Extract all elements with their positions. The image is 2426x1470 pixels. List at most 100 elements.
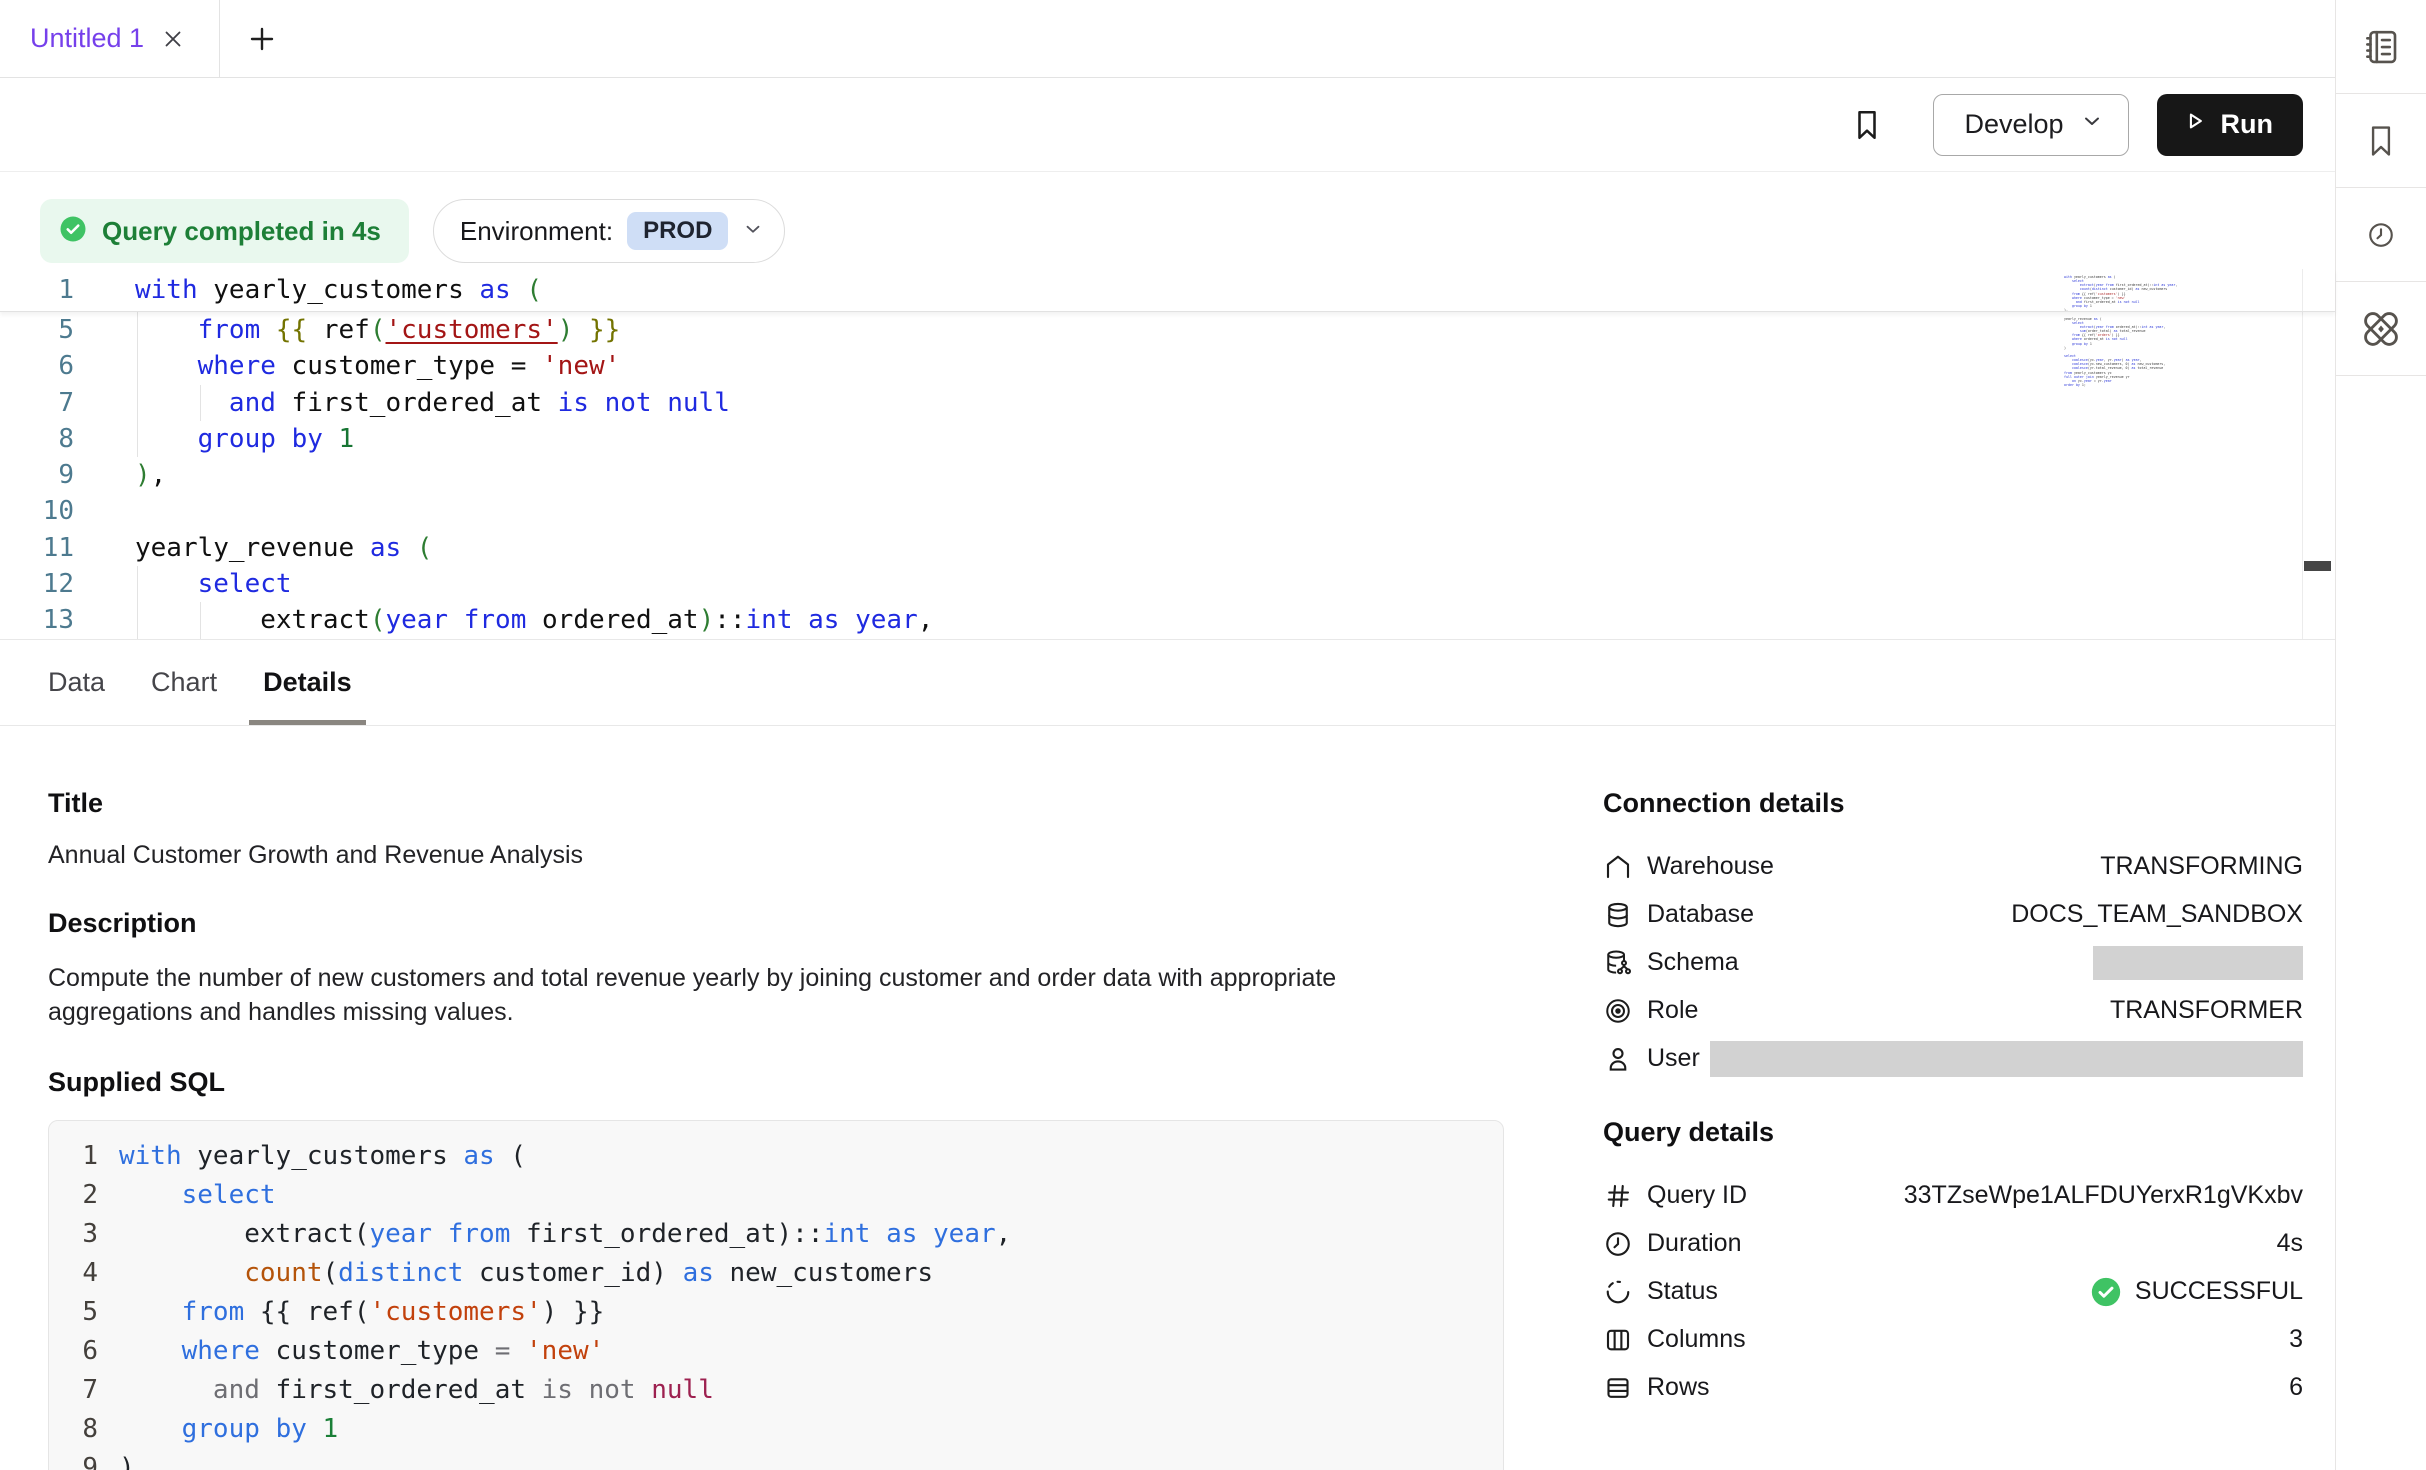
supplied-sql-line-1: 1with yearly_customers as (: [49, 1137, 1503, 1176]
close-icon[interactable]: [160, 26, 186, 52]
hash-icon: [1603, 1181, 1633, 1211]
tab-data[interactable]: Data: [34, 640, 119, 725]
query-value: SUCCESSFUL: [2089, 1275, 2303, 1309]
code-text: and first_ordered_at is not null: [119, 1371, 714, 1410]
query-label: Duration: [1647, 1229, 1742, 1258]
columns-icon: [1603, 1325, 1633, 1355]
tab-chart[interactable]: Chart: [137, 640, 231, 725]
environment-selector[interactable]: Environment: PROD: [433, 199, 786, 263]
app-window: Untitled 1 Develop: [0, 0, 2426, 1470]
redacted-value: [1710, 1041, 2303, 1077]
supplied-sql-line-4: 4 count(distinct customer_id) as new_cus…: [49, 1254, 1503, 1293]
line-number: 10: [25, 493, 74, 529]
connection-value: DOCS_TEAM_SANDBOX: [2011, 900, 2303, 929]
query-value: 3: [2289, 1325, 2303, 1354]
connection-row-user: User: [1603, 1035, 2303, 1083]
line-number: 2: [65, 1176, 98, 1215]
query-label: Query ID: [1647, 1181, 1747, 1210]
document-tab-bar: Untitled 1: [0, 0, 2335, 78]
new-tab-button[interactable]: [220, 0, 278, 77]
line-number: 8: [65, 1410, 98, 1449]
editor-line-10: 10: [0, 493, 2335, 529]
line-number: 12: [25, 566, 74, 602]
status-row: Query completed in 4s Environment: PROD: [40, 199, 2335, 263]
redacted-value: [2093, 946, 2303, 980]
line-number: 1: [25, 269, 74, 311]
editor-line-12: 12 select: [0, 566, 2335, 602]
clock-icon: [1603, 1229, 1633, 1259]
editor-scrollbar[interactable]: [2304, 561, 2331, 571]
code-text: yearly_revenue as (: [135, 530, 432, 566]
tab-label: Chart: [151, 667, 217, 698]
editor-line-13: 13 extract(year from ordered_at)::int as…: [0, 602, 2335, 638]
run-button[interactable]: Run: [2157, 94, 2303, 156]
role-icon: [1603, 996, 1633, 1026]
details-right-column: Connection details WarehouseTRANSFORMING…: [1603, 788, 2303, 1412]
supplied-sql-line-3: 3 extract(year from first_ordered_at)::i…: [49, 1215, 1503, 1254]
editor-line-5: 5 from {{ ref('customers') }}: [0, 312, 2335, 348]
title-value: Annual Customer Growth and Revenue Analy…: [48, 841, 1508, 870]
line-number: 3: [65, 1215, 98, 1254]
sidebar-button-flower[interactable]: [2336, 282, 2426, 376]
editor-lines: 5 from {{ ref('customers') }}6 where cus…: [0, 312, 2335, 639]
supplied-sql-line-6: 6 where customer_type = 'new': [49, 1332, 1503, 1371]
description-heading: Description: [48, 908, 1508, 939]
main-area: Untitled 1 Develop: [0, 0, 2335, 1470]
sidebar-button-notebook[interactable]: [2336, 0, 2426, 94]
editor-scrollbar-track: [2302, 269, 2303, 639]
sidebar-button-bookmark[interactable]: [2336, 94, 2426, 188]
environment-label: Environment:: [460, 216, 613, 247]
line-number: 5: [65, 1293, 98, 1332]
query-label: Columns: [1647, 1325, 1746, 1354]
develop-label: Develop: [1964, 109, 2063, 140]
query-row-rows: Rows6: [1603, 1364, 2303, 1412]
title-heading: Title: [48, 788, 1508, 819]
description-value: Compute the number of new customers and …: [48, 961, 1433, 1029]
rows-icon: [1603, 1373, 1633, 1403]
line-number: 9: [25, 457, 74, 493]
sidebar-button-clock[interactable]: [2336, 188, 2426, 282]
code-text: select: [135, 566, 292, 602]
connection-details-heading: Connection details: [1603, 788, 2303, 819]
connection-row-database: DatabaseDOCS_TEAM_SANDBOX: [1603, 891, 2303, 939]
environment-value-chip: PROD: [627, 212, 728, 250]
toolbar: Develop Run: [0, 78, 2335, 172]
supplied-sql-line-8: 8 group by 1: [49, 1410, 1503, 1449]
connection-value: TRANSFORMER: [2110, 996, 2303, 1025]
play-icon: [2181, 107, 2209, 142]
user-icon: [1603, 1044, 1633, 1074]
tab-details[interactable]: Details: [249, 640, 366, 725]
code-text: group by 1: [119, 1410, 338, 1449]
query-status-pill: Query completed in 4s: [40, 199, 409, 263]
editor-line-9: 9),: [0, 457, 2335, 493]
supplied-sql-heading: Supplied SQL: [48, 1067, 1508, 1098]
connection-row-schema: Schema: [1603, 939, 2303, 987]
history-icon: [2366, 220, 2396, 250]
bookmark-button[interactable]: [1849, 107, 1885, 143]
connection-label: Schema: [1647, 948, 1739, 977]
spinner-icon: [1603, 1277, 1633, 1307]
code-text: and first_ordered_at is not null: [135, 385, 730, 421]
develop-dropdown[interactable]: Develop: [1933, 94, 2128, 156]
line-number: 11: [25, 530, 74, 566]
query-details-heading: Query details: [1603, 1117, 2303, 1148]
code-text: ),: [135, 457, 166, 493]
bookmark-icon: [1849, 107, 1885, 143]
query-row-query-id: Query ID33TZseWpe1ALFDUYerxR1gVKxbv: [1603, 1172, 2303, 1220]
query-label: Rows: [1647, 1373, 1710, 1402]
sql-editor[interactable]: 1 with yearly_customers as ( 5 from {{ re…: [0, 269, 2335, 640]
line-number: 7: [25, 385, 74, 421]
code-text: with yearly_customers as (: [135, 269, 542, 311]
code-text: where customer_type = 'new': [135, 348, 620, 384]
query-details-rows: Query ID33TZseWpe1ALFDUYerxR1gVKxbv Durat…: [1603, 1172, 2303, 1412]
connection-details-rows: WarehouseTRANSFORMINGDatabaseDOCS_TEAM_S…: [1603, 843, 2303, 1083]
chevron-down-icon: [2080, 109, 2104, 140]
plus-icon: [246, 23, 278, 55]
tab-untitled-1[interactable]: Untitled 1: [0, 0, 220, 77]
line-number: 13: [25, 602, 74, 638]
code-text: group by 1: [135, 421, 354, 457]
code-text: count(distinct customer_id) as new_custo…: [119, 1254, 933, 1293]
code-text: with yearly_customers as (: [119, 1137, 526, 1176]
check-circle-icon: [58, 214, 88, 249]
tab-label: Untitled 1: [30, 23, 144, 54]
